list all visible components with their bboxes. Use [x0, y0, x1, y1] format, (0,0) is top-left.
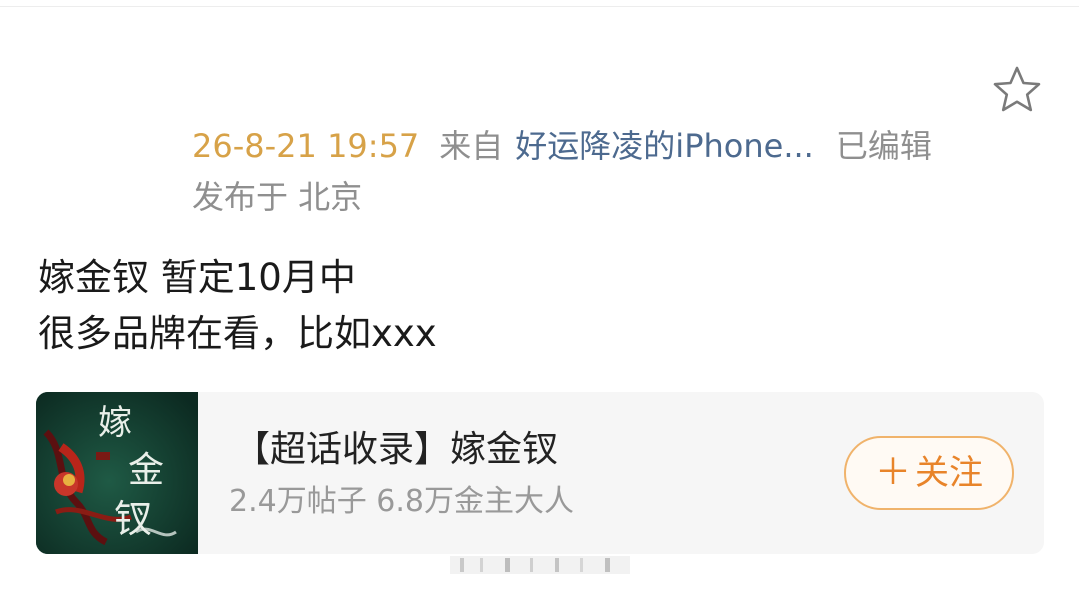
- edited-label: 已编辑: [835, 127, 932, 165]
- cover-lettering-1: 嫁: [98, 403, 132, 443]
- weibo-post: 26-8-21 19:57 来自 好运降凌的iPhone... 已编辑 发布于 北京 …: [0, 0, 1079, 590]
- post-meta: 26-8-21 19:57 来自 好运降凌的iPhone... 已编辑: [192, 126, 932, 166]
- cover-lettering-3: 钗: [114, 497, 152, 541]
- cover-lettering-2: 金: [128, 450, 164, 491]
- source-label: 来自: [439, 127, 504, 165]
- device-link[interactable]: 好运降凌的iPhone...: [515, 127, 814, 165]
- star-outline-icon[interactable]: [990, 64, 1044, 116]
- follow-button[interactable]: ＋关注: [844, 436, 1014, 510]
- post-text-line: 嫁金钗 暂定10月中: [38, 256, 356, 299]
- post-text-line: 很多品牌在看，比如xxx: [38, 312, 437, 355]
- plus-icon: ＋: [874, 452, 911, 493]
- post-time: 26-8-21 19:57: [192, 127, 420, 165]
- post-content: 嫁金钗 暂定10月中 很多品牌在看，比如xxx: [38, 250, 1038, 362]
- top-divider: [0, 6, 1079, 7]
- topic-stats: 2.4万帖子 6.8万金主大人: [229, 484, 574, 519]
- topic-title[interactable]: 【超话收录】嫁金钗: [234, 428, 558, 472]
- post-location: 发布于 北京: [192, 178, 363, 216]
- topic-cover-image[interactable]: 嫁 金 钗: [36, 392, 198, 554]
- follow-label: 关注: [915, 453, 983, 493]
- image-edge-artifact: [450, 556, 630, 574]
